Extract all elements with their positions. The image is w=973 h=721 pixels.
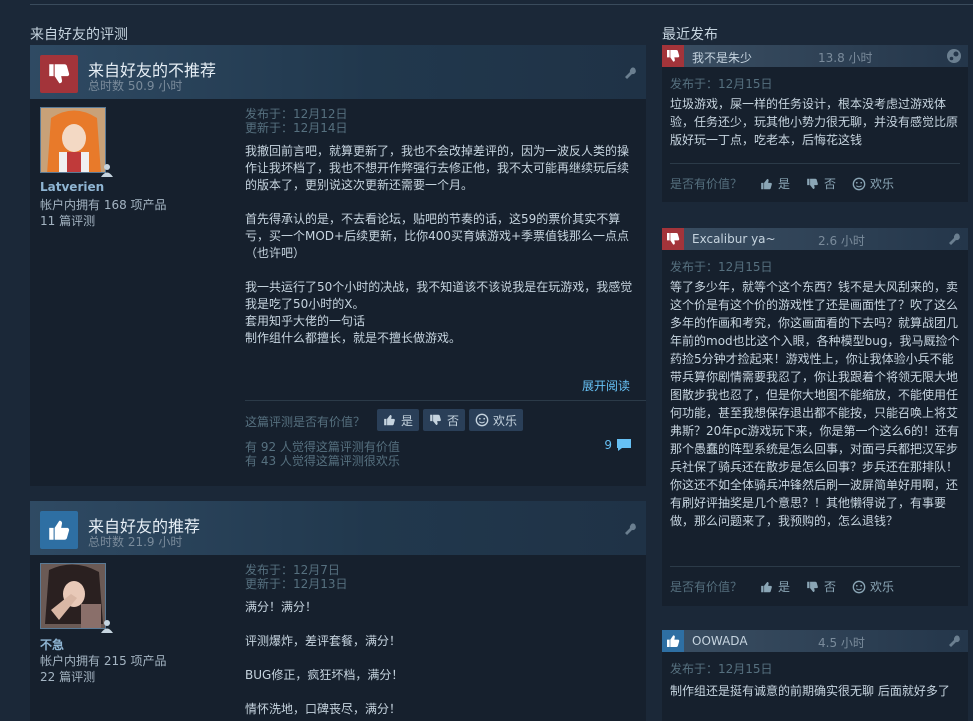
vote-no-button[interactable]: 否 [806, 175, 836, 192]
review-paragraph: 满分！满分！ [245, 600, 318, 614]
updated-date: 更新于：12月14日 [245, 121, 348, 135]
posted-date: 发布于：12月7日 [245, 563, 340, 577]
thumbs-down-icon [662, 228, 684, 250]
review-header[interactable]: 来自好友的不推荐 总时数 50.9 小时 [30, 45, 646, 99]
playtime: 总时数 21.9 小时 [88, 535, 183, 549]
vote-no-button[interactable]: 否 [806, 578, 836, 595]
vote-no-label: 否 [447, 413, 460, 428]
vote-yes-button[interactable]: 是 [760, 175, 790, 192]
owned-products[interactable]: 帐户内拥有 215 项产品 [40, 653, 167, 669]
posted-date: 发布于：12月15日 [670, 77, 773, 91]
vote-yes-label: 是 [401, 413, 414, 428]
user-status-icon [101, 164, 113, 177]
author-name[interactable]: Latverien [40, 180, 104, 194]
owned-products[interactable]: 帐户内拥有 168 项产品 [40, 197, 167, 213]
comments-button[interactable]: 9 [604, 438, 632, 452]
playtime: 总时数 50.9 小时 [88, 79, 183, 93]
thumbs-down-icon [40, 55, 78, 93]
review-paragraph: 情怀洗地，口碑丧尽，满分！ [245, 702, 402, 716]
review-paragraph: BUG修正，疯狂坏档，满分！ [245, 668, 404, 682]
review-paragraph: 我一共运行了50个小时的决战，我不知道该不该说我是在玩游戏，我感觉我是吃了50小… [245, 280, 633, 345]
vote-funny-label: 欢乐 [493, 413, 518, 428]
divider [245, 400, 646, 401]
thumbs-down-icon [807, 178, 818, 189]
recent-review-header[interactable]: 我不是朱少 13.8 小时 [662, 45, 968, 67]
review-header[interactable]: 来自好友的推荐 总时数 21.9 小时 [30, 501, 646, 555]
helpful-stat: 有 92 人觉得这篇评测有价值 [245, 440, 400, 454]
recent-review-body: 垃圾游戏，屎一样的任务设计，根本没考虑过游戏体验，任务还少，玩其他小势力很无聊，… [670, 97, 959, 147]
read-more-link[interactable]: 展开阅读 [582, 377, 630, 394]
wrench-icon[interactable] [622, 521, 638, 537]
comment-bubble-icon [617, 439, 631, 451]
divider [670, 163, 960, 164]
review-card: 来自好友的不推荐 总时数 50.9 小时 Latverien 帐户内拥有 168… [30, 45, 646, 486]
recent-review-card: OOWADA 4.5 小时 发布于：12月15日 制作组还是挺有诚意的前期确实很… [662, 630, 968, 721]
recent-review-card: Excalibur ya~ 2.6 小时 发布于：12月15日 等了多少年，就等… [662, 228, 968, 606]
review-paragraph: 我撤回前言吧，就算更新了，我也不会改掉差评的，因为一波反人类的操作让我坏档了，我… [245, 144, 630, 192]
helpful-question: 是否有价值？ [670, 177, 743, 191]
reviewer-name[interactable]: OOWADA [692, 634, 748, 648]
posted-date: 发布于：12月15日 [670, 662, 773, 676]
funny-stat: 有 43 人觉得这篇评测很欢乐 [245, 454, 400, 468]
playtime: 2.6 小时 [818, 234, 865, 248]
comment-count: 9 [604, 438, 612, 452]
wrench-icon[interactable] [946, 231, 962, 247]
recent-review-header[interactable]: Excalibur ya~ 2.6 小时 [662, 228, 968, 250]
recent-review-body: 制作组还是挺有诚意的前期确实很无聊 后面就好多了 [670, 684, 950, 698]
recent-reviews-heading: 最近发布 [662, 27, 718, 43]
wrench-icon[interactable] [946, 633, 962, 649]
recent-review-header[interactable]: OOWADA 4.5 小时 [662, 630, 968, 652]
updated-date: 更新于：12月13日 [245, 577, 348, 591]
thumbs-down-icon [430, 414, 441, 425]
thumbs-down-icon [807, 581, 818, 592]
user-status-icon [101, 620, 113, 633]
review-paragraph: 首先得承认的是，不去看论坛，贴吧的节奏的话，这59的票价其实不算亏，买一个MOD… [245, 212, 630, 260]
review-count[interactable]: 11 篇评测 [40, 213, 95, 229]
recent-review-body: 等了多少年，就等个这个东西？钱不是大风刮来的，卖这个价是有这个价的游戏性了还是画… [670, 280, 960, 528]
thumbs-up-icon [384, 415, 395, 426]
reviewer-name[interactable]: Excalibur ya~ [692, 232, 776, 246]
vote-funny-button[interactable]: 欢乐 [852, 578, 894, 595]
vote-funny-button[interactable]: 欢乐 [469, 409, 524, 431]
playtime: 4.5 小时 [818, 636, 865, 650]
vote-no-label: 否 [824, 177, 837, 191]
vote-funny-label: 欢乐 [870, 177, 895, 191]
review-body: 满分！满分！ 评测爆炸，差评套餐，满分！ BUG修正，疯狂坏档，满分！ 情怀洗地… [245, 599, 640, 721]
smiley-icon [475, 413, 489, 427]
thumbs-up-icon [761, 178, 772, 189]
vote-no-button[interactable]: 否 [423, 409, 466, 431]
vote-yes-button[interactable]: 是 [760, 578, 790, 595]
thumbs-up-icon [662, 630, 684, 652]
recent-review-card: 我不是朱少 13.8 小时 发布于：12月15日 垃圾游戏，屎一样的任务设计，根… [662, 45, 968, 202]
review-card: 来自好友的推荐 总时数 21.9 小时 不急 帐户内拥有 215 项产品 22 … [30, 501, 646, 721]
steam-icon [947, 49, 961, 63]
reviewer-name[interactable]: 我不是朱少 [692, 49, 752, 66]
helpful-question: 这篇评测是否有价值？ [245, 415, 366, 429]
posted-date: 发布于：12月15日 [670, 260, 773, 274]
vote-no-label: 否 [824, 580, 837, 594]
author-name[interactable]: 不急 [40, 636, 64, 653]
review-count[interactable]: 22 篇评测 [40, 669, 95, 685]
friends-reviews-heading: 来自好友的评测 [30, 27, 128, 43]
avatar[interactable] [40, 107, 106, 173]
avatar[interactable] [40, 563, 106, 629]
vote-yes-button[interactable]: 是 [377, 409, 420, 431]
thumbs-up-icon [40, 511, 78, 549]
playtime: 13.8 小时 [818, 51, 873, 65]
vote-yes-label: 是 [778, 177, 791, 191]
divider [670, 566, 960, 567]
vote-funny-button[interactable]: 欢乐 [852, 175, 894, 192]
review-body: 我撤回前言吧，就算更新了，我也不会改掉差评的，因为一波反人类的操作让我坏档了，我… [245, 143, 640, 364]
vote-yes-label: 是 [778, 580, 791, 594]
thumbs-up-icon [761, 581, 772, 592]
thumbs-down-icon [662, 45, 684, 67]
wrench-icon[interactable] [622, 65, 638, 81]
smiley-icon [852, 580, 866, 593]
posted-date: 发布于：12月12日 [245, 107, 348, 121]
review-paragraph: 评测爆炸，差评套餐，满分！ [245, 634, 402, 648]
vote-funny-label: 欢乐 [870, 580, 895, 594]
helpful-question: 是否有价值？ [670, 580, 743, 594]
smiley-icon [852, 177, 866, 190]
top-divider [30, 4, 973, 5]
